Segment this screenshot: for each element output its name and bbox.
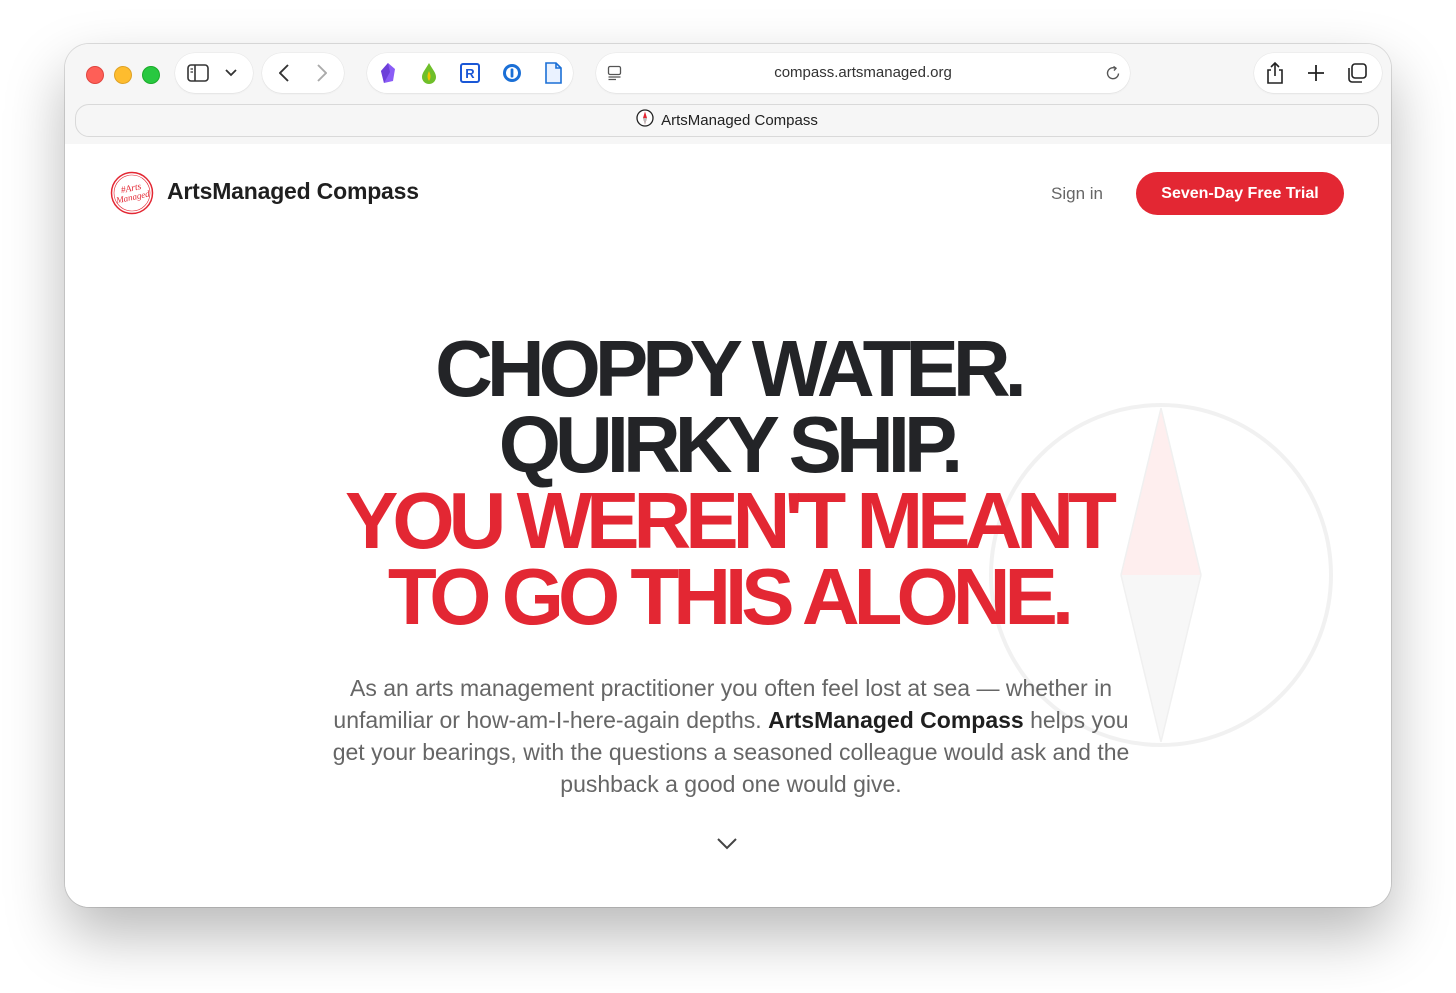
- address-bar[interactable]: compass.artsmanaged.org: [596, 53, 1130, 93]
- free-trial-button[interactable]: Seven-Day Free Trial: [1136, 172, 1344, 215]
- crystal-extension-icon[interactable]: [377, 62, 399, 84]
- sidebar-icon[interactable]: [187, 63, 209, 83]
- url-text[interactable]: compass.artsmanaged.org: [596, 53, 1130, 93]
- compass-icon: [636, 108, 654, 132]
- tab-overview-icon[interactable]: [1346, 62, 1368, 84]
- forward-button[interactable]: [312, 63, 332, 83]
- document-icon[interactable]: [542, 62, 564, 84]
- window-actions: [1254, 53, 1382, 93]
- chevron-down-icon[interactable]: [716, 837, 738, 856]
- chevron-down-icon[interactable]: [223, 65, 239, 81]
- password-manager-icon[interactable]: [501, 62, 523, 84]
- navigation-control: [262, 53, 344, 93]
- headline-line-4: TO GO THIS ALONE.: [387, 552, 1074, 641]
- tab-title: ArtsManaged Compass: [661, 111, 818, 129]
- reload-icon[interactable]: [1104, 64, 1122, 82]
- browser-toolbar: R compass.artsmanaged.org ArtsManaged Co…: [65, 44, 1391, 144]
- plus-icon[interactable]: [1305, 62, 1327, 84]
- artsmanaged-logo[interactable]: #Arts Managed: [110, 171, 154, 220]
- headline-line-1: CHOPPY WATER.: [435, 324, 1027, 413]
- sign-in-link[interactable]: Sign in: [1051, 184, 1103, 204]
- web-page: #Arts Managed ArtsManaged Compass Sign i…: [65, 144, 1391, 907]
- back-button[interactable]: [274, 63, 294, 83]
- hero-headline: CHOPPY WATER. QUIRKY SHIP. YOU WEREN'T M…: [65, 324, 1391, 641]
- extensions-bar: R: [367, 53, 573, 93]
- hero-description: As an arts management practitioner you o…: [331, 672, 1131, 800]
- description-brand: ArtsManaged Compass: [768, 707, 1024, 733]
- headline-line-2: QUIRKY SHIP.: [498, 400, 964, 489]
- sidebar-control: [175, 53, 253, 93]
- brand-name[interactable]: ArtsManaged Compass: [167, 178, 419, 205]
- zoom-window-button[interactable]: [142, 66, 160, 84]
- minimize-window-button[interactable]: [114, 66, 132, 84]
- r-extension-icon[interactable]: R: [459, 62, 481, 84]
- window-controls: [86, 66, 160, 84]
- close-window-button[interactable]: [86, 66, 104, 84]
- svg-text:R: R: [465, 66, 475, 81]
- browser-window: R compass.artsmanaged.org ArtsManaged Co…: [65, 44, 1391, 907]
- tab-bar: ArtsManaged Compass: [75, 104, 1379, 137]
- share-icon[interactable]: [1264, 61, 1286, 85]
- active-tab[interactable]: ArtsManaged Compass: [76, 105, 1378, 135]
- headline-line-3: YOU WEREN'T MEANT: [345, 476, 1117, 565]
- green-drop-extension-icon[interactable]: [418, 62, 440, 84]
